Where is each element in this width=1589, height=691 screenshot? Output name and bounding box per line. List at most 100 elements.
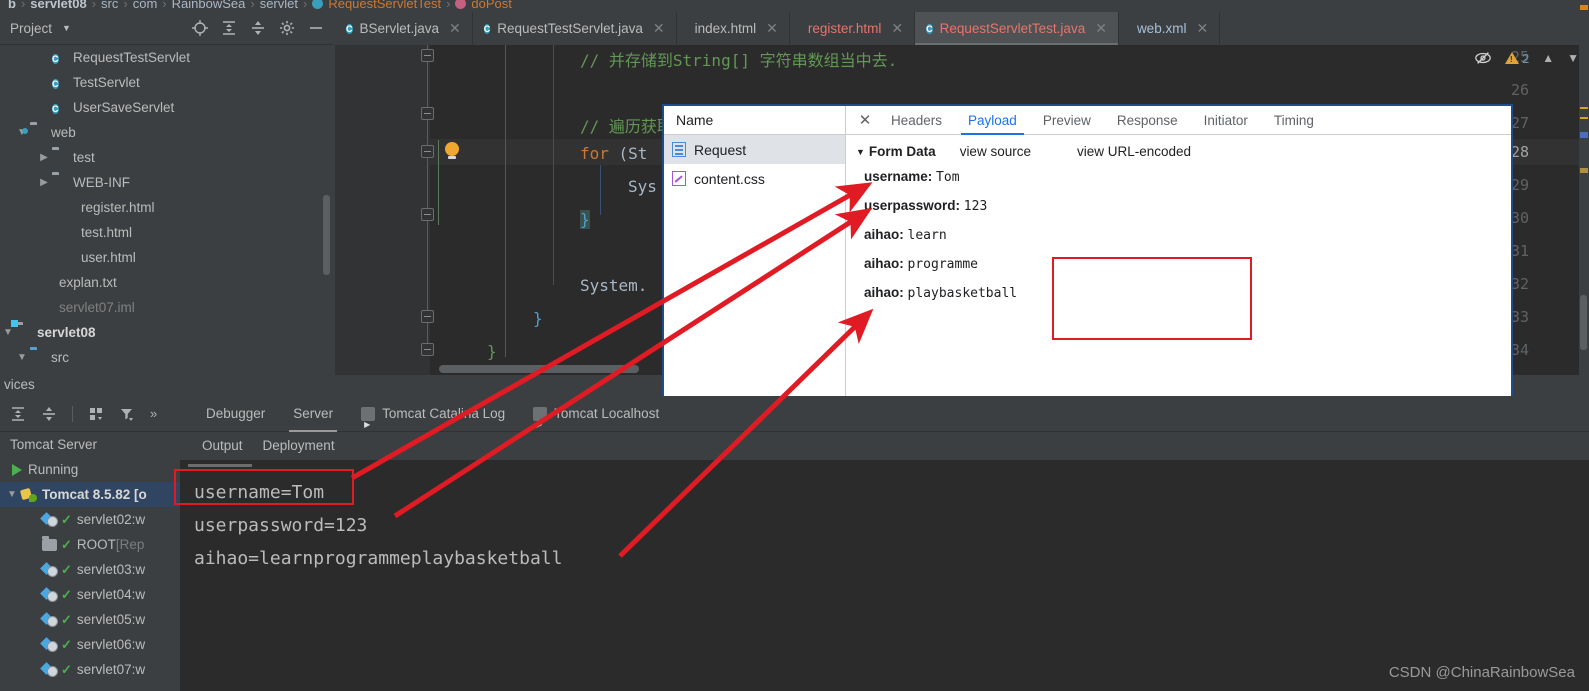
chevron-up-icon[interactable]: ▲ xyxy=(1542,51,1554,65)
close-icon[interactable]: ✕ xyxy=(766,20,778,37)
warning-badge[interactable]: 2 xyxy=(1504,51,1529,66)
tab-register-html[interactable]: register.html ✕ xyxy=(790,12,916,45)
editor-horizontal-scrollbar[interactable] xyxy=(439,365,639,373)
chevron-down-icon[interactable]: ▼ xyxy=(4,489,20,500)
services-item-tomcat-8582[interactable]: ▼ Tomcat 8.5.82 [ o xyxy=(0,482,180,507)
breadcrumb-item-1[interactable]: servlet08 xyxy=(30,0,86,11)
close-icon[interactable]: ✕ xyxy=(1095,20,1107,37)
services-item-tomcat-server[interactable]: Tomcat Server xyxy=(0,432,180,457)
tree-item-user-save-servlet[interactable]: C UserSaveServlet xyxy=(0,95,334,120)
services-item-root[interactable]: ✓ ROOT [Rep xyxy=(0,532,180,557)
caret-down-icon[interactable]: ▼ xyxy=(856,147,865,157)
group-icon[interactable] xyxy=(88,406,104,422)
close-icon[interactable]: ✕ xyxy=(653,20,665,37)
editor-gutter[interactable] xyxy=(335,45,430,375)
chevron-right-icon[interactable]: ▶ xyxy=(36,152,52,163)
tab-debugger[interactable]: Debugger xyxy=(192,396,279,432)
chevron-down-icon[interactable]: ▼ xyxy=(1567,51,1579,65)
breadcrumb-item-3[interactable]: com xyxy=(133,0,158,11)
tree-item-register-html[interactable]: register.html xyxy=(0,195,334,220)
devtools-network-panel[interactable]: Name Request content.css ✕ Headers Paylo… xyxy=(662,104,1513,438)
services-item-servlet06[interactable]: ✓ servlet06:w xyxy=(0,632,180,657)
close-icon[interactable]: ✕ xyxy=(1196,20,1208,37)
breadcrumb-item-4[interactable]: RainbowSea xyxy=(172,0,246,11)
hide-panel-icon[interactable] xyxy=(308,20,324,36)
filter-icon[interactable] xyxy=(119,406,135,422)
tab-index-html[interactable]: index.html ✕ xyxy=(677,12,790,45)
tree-item-servlet07-iml[interactable]: servlet07.iml xyxy=(0,295,334,320)
close-icon[interactable]: ✕ xyxy=(852,111,878,129)
tree-item-user-html[interactable]: user.html xyxy=(0,245,334,270)
gear-icon[interactable] xyxy=(279,20,295,36)
fold-marker[interactable] xyxy=(421,107,434,120)
project-tree[interactable]: C RequestTestServlet C TestServlet C Use… xyxy=(0,45,334,375)
editor-marker-rail[interactable] xyxy=(1579,5,1589,375)
subtab-output[interactable]: Output xyxy=(192,432,253,460)
services-item-servlet04[interactable]: ✓ servlet04:w xyxy=(0,582,180,607)
fold-marker[interactable] xyxy=(421,49,434,62)
breadcrumb-item-0[interactable]: b xyxy=(8,0,16,11)
tab-bservlet-java[interactable]: C BServlet.java ✕ xyxy=(335,12,473,45)
view-source-link[interactable]: view source xyxy=(960,144,1031,159)
tab-request-servlet-test-java[interactable]: C RequestServletTest.java ✕ xyxy=(915,12,1119,45)
project-tree-scrollbar[interactable] xyxy=(323,195,330,275)
close-icon[interactable]: ✕ xyxy=(891,20,903,37)
breadcrumb-item-2[interactable]: src xyxy=(101,0,118,11)
view-url-encoded-link[interactable]: view URL-encoded xyxy=(1077,144,1191,159)
locate-icon[interactable] xyxy=(192,20,208,36)
tab-timing[interactable]: Timing xyxy=(1261,106,1327,135)
services-item-servlet05[interactable]: ✓ servlet05:w xyxy=(0,607,180,632)
tree-item-request-test-servlet[interactable]: C RequestTestServlet xyxy=(0,45,334,70)
fold-marker[interactable] xyxy=(421,145,434,158)
tree-item-web-inf[interactable]: ▶ WEB-INF xyxy=(0,170,334,195)
console-output[interactable]: username=Tom userpassword=123 aihao=lear… xyxy=(174,460,1589,691)
request-list-item-request[interactable]: Request xyxy=(664,135,845,164)
tree-item-web[interactable]: ▼ web xyxy=(0,120,334,145)
chevron-down-icon[interactable]: ▼ xyxy=(0,327,16,338)
project-panel-title[interactable]: Project xyxy=(10,21,52,36)
breadcrumb-item-6[interactable]: RequestServletTest xyxy=(328,0,441,11)
chevron-down-icon[interactable]: ▼ xyxy=(14,352,30,363)
tree-item-src[interactable]: ▼ src xyxy=(0,345,334,370)
tree-item-test[interactable]: ▶ test xyxy=(0,145,334,170)
chevron-down-icon[interactable]: ▼ xyxy=(62,23,71,33)
services-tree[interactable]: Tomcat Server Running ▼ Tomcat 8.5.82 [ … xyxy=(0,432,180,691)
tab-headers[interactable]: Headers xyxy=(878,106,955,135)
tree-item-test-html[interactable]: test.html xyxy=(0,220,334,245)
services-item-servlet03[interactable]: ✓ servlet03:w xyxy=(0,557,180,582)
form-data-header[interactable]: ▼ Form Data view source view URL-encoded xyxy=(856,144,1511,159)
tab-preview[interactable]: Preview xyxy=(1030,106,1104,135)
collapse-all-icon[interactable] xyxy=(41,406,57,422)
services-item-servlet02[interactable]: ✓ servlet02:w xyxy=(0,507,180,532)
close-icon[interactable]: ✕ xyxy=(449,20,461,37)
devtools-request-list[interactable]: Name Request content.css xyxy=(664,106,846,436)
services-item-running[interactable]: Running xyxy=(0,457,180,482)
breadcrumb-sep: › xyxy=(20,0,26,11)
request-list-item-content-css[interactable]: content.css xyxy=(664,164,845,193)
intention-bulb-icon[interactable] xyxy=(445,142,459,159)
tree-item-explan-txt[interactable]: explan.txt xyxy=(0,270,334,295)
more-icon[interactable]: » xyxy=(150,406,157,421)
tab-request-test-servlet-java[interactable]: C RequestTestServlet.java ✕ xyxy=(473,12,677,45)
tab-response[interactable]: Response xyxy=(1104,106,1191,135)
tab-web-xml[interactable]: web.xml ✕ xyxy=(1119,12,1221,45)
fold-marker[interactable] xyxy=(421,208,434,221)
fold-marker[interactable] xyxy=(421,343,434,356)
tab-server[interactable]: Server xyxy=(279,396,347,432)
tab-tomcat-localhost-log[interactable]: Tomcat Localhost xyxy=(519,396,673,443)
collapse-all-icon[interactable] xyxy=(250,20,266,36)
chevron-right-icon[interactable]: ▶ xyxy=(36,177,52,188)
tree-item-test-servlet[interactable]: C TestServlet xyxy=(0,70,334,95)
breadcrumb-item-7[interactable]: doPost xyxy=(471,0,511,11)
tab-initiator[interactable]: Initiator xyxy=(1191,106,1261,135)
tab-payload[interactable]: Payload xyxy=(955,106,1030,135)
eye-off-icon[interactable] xyxy=(1474,50,1492,66)
breadcrumb-item-5[interactable]: servlet xyxy=(260,0,298,11)
tree-item-servlet08[interactable]: ▼ servlet08 xyxy=(0,320,334,345)
fold-marker[interactable] xyxy=(421,310,434,323)
tab-tomcat-catalina-log[interactable]: Tomcat Catalina Log xyxy=(347,396,519,443)
subtab-deployment[interactable]: Deployment xyxy=(253,432,345,460)
expand-all-icon[interactable] xyxy=(221,20,237,36)
expand-all-icon[interactable] xyxy=(10,406,26,422)
services-item-servlet07[interactable]: ✓ servlet07:w xyxy=(0,657,180,682)
